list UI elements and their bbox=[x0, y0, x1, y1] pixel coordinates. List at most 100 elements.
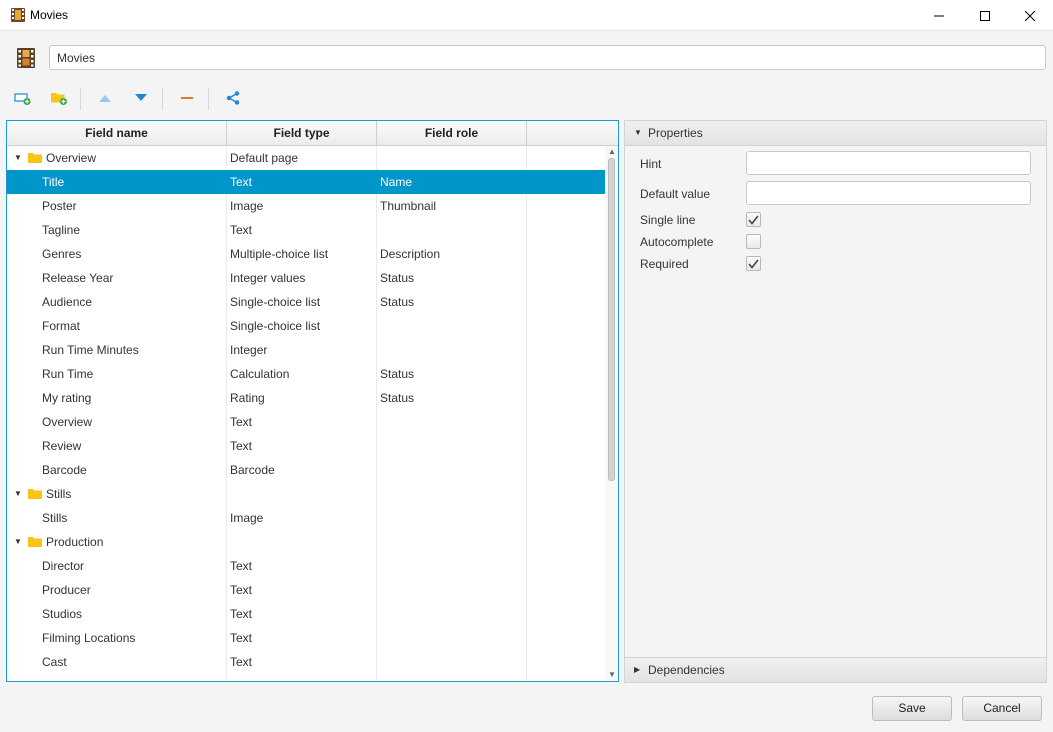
table-row[interactable]: My rating Rating Status bbox=[7, 386, 605, 410]
field-name-text: Director bbox=[42, 559, 85, 573]
table-row[interactable]: Run Time Minutes Integer bbox=[7, 338, 605, 362]
field-type-cell: Single-choice list bbox=[230, 319, 321, 333]
table-row[interactable]: Filming Locations Text bbox=[7, 626, 605, 650]
save-button[interactable]: Save bbox=[872, 696, 952, 721]
field-type-cell: Single-choice list bbox=[230, 295, 321, 309]
field-role-cell: Status bbox=[380, 391, 415, 405]
properties-header[interactable]: ▼ Properties bbox=[625, 121, 1046, 146]
column-header-field-role[interactable]: Field role bbox=[377, 121, 527, 145]
field-name-text: Producer bbox=[42, 583, 91, 597]
folder-icon bbox=[28, 537, 42, 547]
field-name-text: Studios bbox=[42, 607, 83, 621]
required-checkbox[interactable] bbox=[746, 256, 761, 271]
close-button[interactable] bbox=[1007, 0, 1053, 31]
tree-group-row[interactable]: ▼ Stills bbox=[7, 482, 605, 506]
tree-group-row[interactable]: ▼ Overview Default page bbox=[7, 146, 605, 170]
folder-icon bbox=[28, 153, 42, 163]
field-role-cell bbox=[380, 218, 526, 242]
scroll-down-arrow-icon[interactable]: ▼ bbox=[608, 671, 616, 679]
field-name-text: Overview bbox=[46, 151, 97, 165]
single-line-checkbox[interactable] bbox=[746, 212, 761, 227]
remove-button[interactable] bbox=[174, 86, 200, 110]
field-name-cell: Barcode bbox=[7, 458, 227, 482]
field-role-cell bbox=[380, 314, 526, 338]
table-row[interactable]: Review Text bbox=[7, 434, 605, 458]
field-name-text: Run Time bbox=[42, 367, 94, 381]
dependencies-header[interactable]: ▶ Dependencies bbox=[625, 657, 1046, 682]
field-type-cell: Image bbox=[230, 511, 264, 525]
tree-group-row[interactable]: ▼ Production bbox=[7, 530, 605, 554]
field-name-text: My rating bbox=[42, 391, 92, 405]
field-name-text: Title bbox=[42, 175, 65, 189]
field-name-text: Barcode bbox=[42, 463, 87, 477]
autocomplete-checkbox[interactable] bbox=[746, 234, 761, 249]
hint-input[interactable] bbox=[746, 151, 1031, 175]
add-group-button[interactable] bbox=[46, 86, 72, 110]
move-down-button[interactable] bbox=[128, 86, 154, 110]
template-name-input[interactable] bbox=[49, 45, 1046, 70]
move-up-button[interactable] bbox=[92, 86, 118, 110]
hint-label: Hint bbox=[640, 157, 662, 171]
field-name-text: Run Time Minutes bbox=[42, 343, 139, 357]
cancel-button[interactable]: Cancel bbox=[962, 696, 1042, 721]
column-header-field-name[interactable]: Field name bbox=[7, 121, 227, 145]
table-row[interactable]: Poster Image Thumbnail bbox=[7, 194, 605, 218]
field-name-cell: ▼ Stills bbox=[7, 482, 227, 506]
table-row[interactable]: Studios Text bbox=[7, 602, 605, 626]
field-name-text: Stills bbox=[46, 487, 72, 501]
table-row[interactable]: Cast Text bbox=[7, 650, 605, 674]
table-row[interactable]: Audience Single-choice list Status bbox=[7, 290, 605, 314]
table-row[interactable]: Release Year Integer values Status bbox=[7, 266, 605, 290]
vertical-scrollbar[interactable]: ▲ ▼ bbox=[605, 146, 618, 681]
table-row[interactable]: Overview Text bbox=[7, 410, 605, 434]
field-role-cell bbox=[380, 482, 526, 506]
scrollbar-thumb[interactable] bbox=[608, 158, 615, 481]
add-field-icon bbox=[14, 93, 31, 105]
field-type-cell: Text bbox=[230, 655, 253, 669]
table-row[interactable]: Producer Text bbox=[7, 578, 605, 602]
expand-arrow-icon[interactable]: ▼ bbox=[14, 482, 22, 506]
field-role-cell: Thumbnail bbox=[380, 199, 437, 213]
toolbar-separator bbox=[208, 88, 209, 110]
field-type-cell: Barcode bbox=[230, 463, 275, 477]
table-row[interactable]: Title Text Name bbox=[7, 170, 605, 194]
field-role-cell bbox=[380, 434, 526, 458]
field-name-text: Overview bbox=[42, 415, 93, 429]
expand-arrow-icon[interactable]: ▼ bbox=[14, 530, 22, 554]
field-name-cell: Overview bbox=[7, 410, 227, 434]
expanded-arrow-icon: ▼ bbox=[634, 128, 642, 137]
table-row[interactable]: Barcode Barcode bbox=[7, 458, 605, 482]
fields-tree-table[interactable]: Field name Field type Field role ▼ Overvi… bbox=[6, 120, 619, 682]
arrow-up-icon bbox=[99, 95, 111, 102]
field-role-cell: Name bbox=[380, 175, 413, 189]
field-type-cell: Text bbox=[230, 175, 253, 189]
table-row[interactable]: Director Text bbox=[7, 554, 605, 578]
field-name-text: Tagline bbox=[42, 223, 81, 237]
field-name-cell: ▼ Production bbox=[7, 530, 227, 554]
default-value-input[interactable] bbox=[746, 181, 1031, 205]
table-row[interactable]: Format Single-choice list bbox=[7, 314, 605, 338]
add-field-button[interactable] bbox=[10, 86, 36, 110]
single-line-label: Single line bbox=[640, 213, 696, 227]
table-row[interactable]: Run Time Calculation Status bbox=[7, 362, 605, 386]
field-name-cell: Cast bbox=[7, 650, 227, 674]
minimize-button[interactable] bbox=[916, 0, 962, 31]
expand-arrow-icon[interactable]: ▼ bbox=[14, 146, 22, 170]
field-type-cell bbox=[230, 530, 376, 554]
field-name-text: Poster bbox=[42, 199, 77, 213]
field-name-cell: Poster bbox=[7, 194, 227, 218]
field-name-text: Stills bbox=[42, 511, 68, 525]
scroll-up-arrow-icon[interactable]: ▲ bbox=[608, 148, 616, 156]
minimize-icon bbox=[934, 15, 944, 17]
column-header-field-type[interactable]: Field type bbox=[227, 121, 377, 145]
field-type-cell: Integer values bbox=[230, 271, 306, 285]
table-row[interactable]: Stills Image bbox=[7, 506, 605, 530]
field-role-cell bbox=[380, 530, 526, 554]
table-row[interactable]: Genres Multiple-choice list Description bbox=[7, 242, 605, 266]
window-title: Movies bbox=[30, 8, 69, 22]
maximize-button[interactable] bbox=[962, 0, 1008, 31]
share-button[interactable] bbox=[220, 86, 246, 110]
field-name-cell: Filming Locations bbox=[7, 626, 227, 650]
table-row[interactable]: Tagline Text bbox=[7, 218, 605, 242]
field-role-cell: Status bbox=[380, 367, 415, 381]
